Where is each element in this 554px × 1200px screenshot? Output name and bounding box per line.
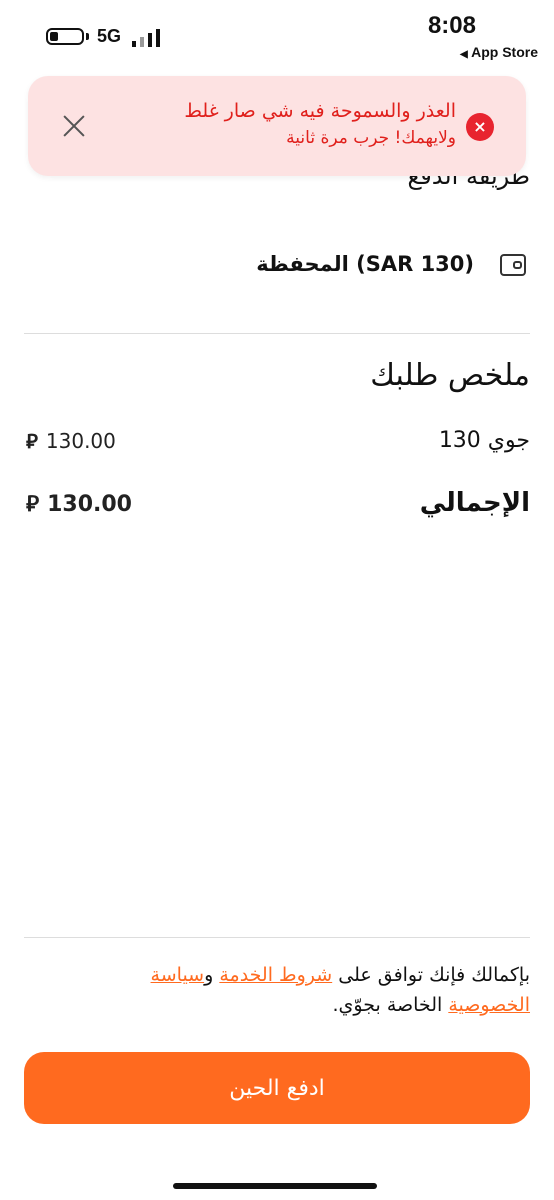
pay-now-button[interactable]: ادفع الحين [24,1052,530,1124]
back-arrow-icon: ◀ [460,49,468,60]
total-label: الإجمالي [419,488,530,518]
network-label: 5G [97,26,122,46]
terms-notice: بإكمالك فإنك توافق على شروط الخدمة وسياس… [90,960,530,1020]
error-toast [28,76,526,176]
line-item-value: 130.00 [45,429,116,453]
home-indicator [173,1183,377,1189]
battery-cap [86,33,89,40]
terms-suffix: الخاصة بجوّي. [332,994,449,1016]
divider [24,937,530,938]
toast-title: العذر والسموحة فيه شي صار غلط [184,100,456,122]
toast-subtitle: ولايهمك! جرب مرة ثانية [286,128,456,148]
back-to-app-link[interactable]: ◀ App Store [456,44,538,60]
status-time: 8:08 [427,12,476,39]
divider [24,333,530,334]
back-app-label: App Store [471,44,538,60]
line-item-label: جوي 130 [438,428,530,453]
sar-currency-icon: ⃁ [26,429,38,453]
wallet-label: المحفظة (SAR 130) [256,252,474,276]
signal-icon [132,29,160,47]
wallet-payment-option[interactable]: المحفظة (SAR 130) [24,248,530,288]
battery-icon [46,28,84,45]
total-value: 130.00 [47,492,132,517]
error-icon: × [466,113,494,141]
status-bar: 5G 8:08 ◀ App Store [0,0,554,70]
order-summary-title: ملخص طلبك [370,358,530,393]
terms-prefix: بإكمالك فإنك توافق على [332,964,530,986]
close-icon[interactable] [60,112,88,140]
sar-currency-icon: ⃁ [26,492,40,517]
terms-and: و [204,964,220,986]
terms-of-service-link[interactable]: شروط الخدمة [219,964,332,986]
line-item-amount: ⃁ 130.00 [26,428,116,454]
total-amount: ⃁ 130.00 [26,490,132,518]
wallet-icon [500,254,526,276]
